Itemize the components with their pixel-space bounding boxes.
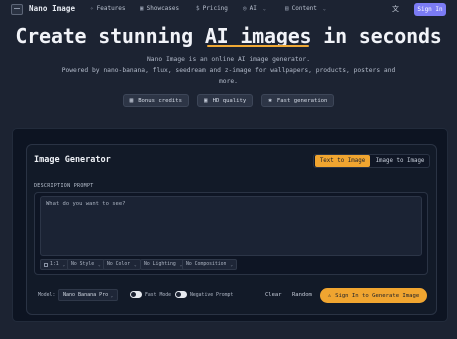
style-value: No Style: [71, 262, 95, 267]
chevron-down-icon: ⌄: [98, 262, 101, 267]
badge-label: Bonus credits: [138, 97, 182, 104]
model-select[interactable]: Nano Banana Pro ⌄: [58, 289, 118, 301]
nav-ai-label: AI: [249, 5, 257, 12]
nav-features-label: Features: [96, 5, 126, 12]
nav-features[interactable]: ✧ Features: [90, 5, 126, 12]
aspect-ratio-icon: [44, 262, 48, 267]
feature-badges: ▦ Bonus credits ▣ HD quality ✱ Fast gene…: [0, 94, 457, 107]
random-button[interactable]: Random: [292, 292, 312, 298]
nav-showcases-label: Showcases: [146, 5, 180, 12]
generate-button-label: Sign In to Generate Image: [335, 292, 420, 299]
model-label-text: Model: [38, 293, 53, 298]
hero-subtitle-line-2: Powered by nano-banana, flux, seedream a…: [61, 67, 396, 74]
badge-hd-quality: ▣ HD quality: [196, 94, 254, 107]
chevron-down-icon: ⌄: [322, 5, 326, 12]
nav-showcases[interactable]: ▣ Showcases: [140, 5, 179, 12]
globe-icon: ◎: [243, 5, 247, 12]
sparkle-icon: ✧: [90, 5, 94, 12]
prompt-input[interactable]: [40, 196, 422, 256]
hero-title-post: in seconds: [311, 24, 442, 48]
translate-icon[interactable]: 文: [392, 4, 399, 14]
hero-title-pre: Create stunning: [15, 24, 205, 48]
fast-mode-label: Fast Mode: [145, 293, 171, 298]
badge-label: Fast generation: [276, 97, 328, 104]
image-icon: ▣: [140, 5, 144, 12]
top-nav: Nano Image ✧ Features ▣ Showcases $ Pric…: [0, 0, 457, 19]
badge-label: HD quality: [212, 97, 247, 104]
composition-select[interactable]: No Composition ⌄: [182, 259, 237, 270]
style-select[interactable]: No Style ⌄: [67, 259, 105, 270]
chevron-down-icon: ⌄: [262, 5, 266, 12]
chevron-down-icon: ⌄: [62, 262, 66, 267]
wand-icon: ⚠: [327, 292, 332, 299]
aspect-ratio-value: 1:1: [50, 262, 59, 267]
chevron-down-icon: ⌄: [230, 262, 233, 267]
lighting-value: No Lighting: [144, 262, 176, 267]
tab-image-to-image[interactable]: Image to Image: [372, 155, 428, 167]
composition-value: No Composition: [186, 262, 227, 267]
hero-subtitle-line-3: more.: [219, 78, 238, 85]
document-icon: ▤: [285, 5, 289, 12]
nav-ai[interactable]: ◎ AI ⌄: [243, 5, 266, 12]
color-value: No Color: [107, 262, 131, 267]
chevron-down-icon: ⌄: [110, 292, 113, 298]
description-label: DESCRIPTION PROMPT: [34, 183, 94, 189]
model-value: Nano Banana Pro: [63, 292, 109, 298]
hero-title: Create stunning AI images in seconds: [0, 24, 457, 48]
logo-icon[interactable]: [11, 4, 23, 15]
nav-content[interactable]: ▤ Content ⌄: [285, 5, 326, 12]
generate-button[interactable]: ⚠ Sign In to Generate Image: [320, 288, 427, 303]
lighting-select[interactable]: No Lighting ⌄: [140, 259, 187, 270]
bolt-icon: ✱: [268, 97, 272, 104]
gift-icon: ▦: [129, 97, 134, 104]
color-select[interactable]: No Color ⌄: [103, 259, 141, 270]
hero-title-highlight: AI images: [204, 24, 312, 48]
chevron-down-icon: ⌄: [134, 262, 137, 267]
model-label-colon: :: [52, 293, 56, 298]
tab-text-to-image[interactable]: Text to Image: [315, 155, 370, 167]
badge-fast-generation: ✱ Fast generation: [261, 94, 335, 107]
generator-title: Image Generator: [34, 155, 111, 165]
nav-pricing[interactable]: $ Pricing: [196, 5, 228, 12]
dollar-icon: $: [196, 5, 200, 12]
hd-icon: ▣: [203, 97, 208, 104]
aspect-ratio-select[interactable]: 1:1 ⌄: [40, 259, 70, 270]
badge-bonus-credits: ▦ Bonus credits: [122, 94, 189, 107]
clear-button[interactable]: Clear: [265, 292, 282, 298]
nav-content-label: Content: [291, 5, 317, 12]
fast-mode-toggle[interactable]: [130, 291, 142, 298]
brand-name[interactable]: Nano Image: [29, 4, 75, 13]
hero-subtitle-line-1: Nano Image is an online AI image generat…: [146, 56, 310, 63]
sign-in-button[interactable]: Sign In: [414, 3, 446, 16]
nav-pricing-label: Pricing: [202, 5, 228, 12]
negative-prompt-label: Negative Prompt: [190, 293, 234, 298]
negative-prompt-toggle[interactable]: [175, 291, 187, 298]
model-label: Model:: [38, 293, 55, 298]
